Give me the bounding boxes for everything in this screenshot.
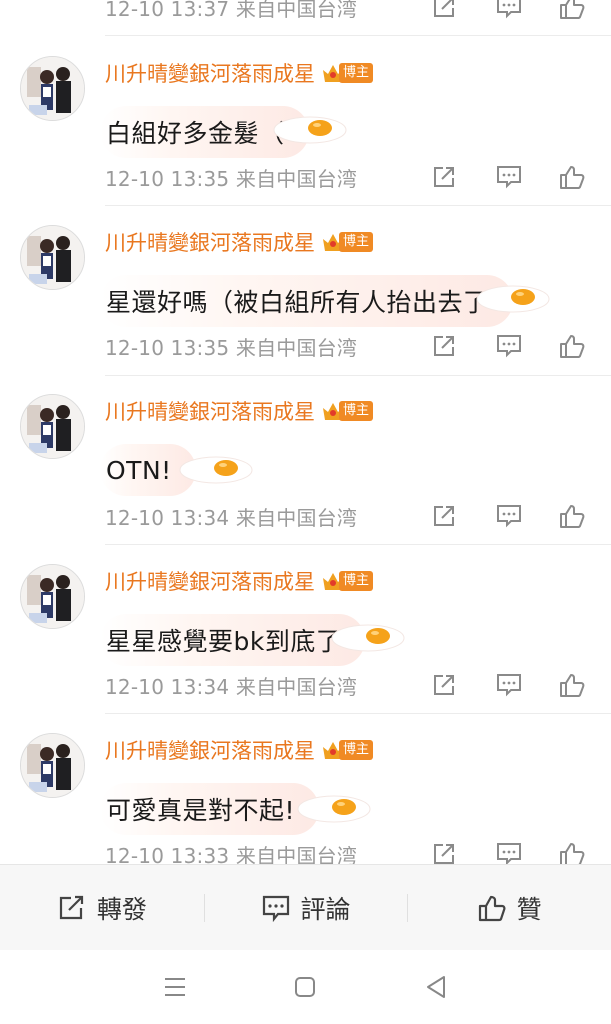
egg-decoration: [475, 283, 551, 313]
comment-text: 可愛真是對不起!: [106, 796, 296, 825]
like-label: 贊: [516, 894, 542, 924]
badge-label: 博主: [339, 401, 374, 421]
comment-meta: 12-10 13:34 来自中国台湾: [105, 674, 358, 699]
comment-item: 川升晴變銀河落雨成星 博主 星還好嗎（被白組所有人抬出去了 12-10 13:3…: [0, 205, 611, 375]
username[interactable]: 川升晴變銀河落雨成星: [105, 566, 315, 596]
blogger-badge: 博主: [321, 62, 374, 84]
bottom-action-bar: 轉發 評論 贊: [0, 864, 611, 950]
badge-label: 博主: [339, 740, 374, 760]
blogger-badge: 博主: [321, 739, 374, 761]
comment-meta-row: 12-10 13:33 来自中国台湾: [105, 839, 611, 864]
avatar[interactable]: [20, 733, 85, 798]
egg-decoration: [296, 793, 372, 823]
like-icon[interactable]: [558, 841, 586, 864]
comment-item: 川升晴變銀河落雨成星 博主 白組好多金髮（ 12-10 13:35 来自中国台湾: [0, 36, 611, 206]
menu-icon[interactable]: [160, 972, 190, 1002]
username[interactable]: 川升晴變銀河落雨成星: [105, 396, 315, 426]
blogger-badge: 博主: [321, 400, 374, 422]
username-row: 川升晴變銀河落雨成星 博主: [105, 566, 374, 596]
share-icon[interactable]: [430, 333, 458, 359]
like-button[interactable]: 贊: [407, 865, 611, 950]
badge-label: 博主: [339, 571, 374, 591]
username[interactable]: 川升晴變銀河落雨成星: [105, 735, 315, 765]
like-icon: [478, 895, 506, 921]
comment-text: OTN!: [106, 455, 172, 485]
comment-meta-row: 12-10 13:35 来自中国台湾: [105, 331, 611, 361]
comment-meta-row: 12-10 13:35 来自中国台湾: [105, 162, 611, 192]
comment-meta-row: 12-10 13:37 来自中国台湾: [105, 0, 611, 22]
username-row: 川升晴變銀河落雨成星 博主: [105, 227, 374, 257]
comment-meta: 12-10 13:33 来自中国台湾: [105, 843, 358, 865]
like-icon[interactable]: [558, 0, 586, 20]
comment-text: 星星感覺要bk到底了: [106, 627, 342, 656]
share-icon[interactable]: [430, 841, 458, 864]
comment-bubble: 星還好嗎（被白組所有人抬出去了: [100, 275, 513, 327]
comment-icon: [262, 895, 289, 922]
comment-meta: 12-10 13:35 来自中国台湾: [105, 166, 358, 191]
avatar[interactable]: [20, 564, 85, 629]
comment-meta: 12-10 13:35 来自中国台湾: [105, 335, 358, 360]
comment-bubble: 可愛真是對不起!: [100, 783, 320, 835]
comment-meta: 12-10 13:34 来自中国台湾: [105, 505, 358, 530]
avatar[interactable]: [20, 56, 85, 121]
egg-decoration: [178, 454, 254, 484]
back-icon[interactable]: [421, 972, 451, 1002]
username-row: 川升晴變銀河落雨成星 博主: [105, 396, 374, 426]
comment-feed[interactable]: 12-10 13:37 来自中国台湾 川升晴變銀河落雨成星 博主 白組好多金髮（…: [0, 0, 611, 864]
comment-icon[interactable]: [495, 841, 611, 864]
comment-item: 川升晴變銀河落雨成星 博主 可愛真是對不起! 12-10 13:33 来自中国台…: [0, 713, 611, 864]
comment-label: 評論: [300, 894, 351, 924]
username-row: 川升晴變銀河落雨成星 博主: [105, 58, 374, 88]
share-icon[interactable]: [430, 672, 458, 698]
blogger-badge: 博主: [321, 570, 374, 592]
comment-meta: 12-10 13:37 来自中国台湾: [105, 0, 358, 21]
egg-decoration: [330, 622, 406, 652]
egg-decoration: [272, 114, 348, 144]
like-icon[interactable]: [558, 672, 586, 698]
comment-item: 川升晴變銀河落雨成星 博主 OTN! 12-10 13:34 来自中国台湾: [0, 374, 611, 544]
comment-bubble: 星星感覺要bk到底了: [100, 614, 366, 666]
home-icon[interactable]: [290, 972, 320, 1002]
comment-text: 白組好多金髮（: [106, 119, 285, 148]
like-icon[interactable]: [558, 164, 586, 190]
username-row: 川升晴變銀河落雨成星 博主: [105, 735, 374, 765]
comment-button[interactable]: 評論: [203, 865, 408, 950]
comment-item: 川升晴變銀河落雨成星 博主 星星感覺要bk到底了 12-10 13:34 来自中…: [0, 544, 611, 714]
share-icon: [59, 895, 83, 919]
repost-button[interactable]: 轉發: [0, 865, 204, 950]
badge-label: 博主: [339, 232, 374, 252]
comment-meta-row: 12-10 13:34 来自中国台湾: [105, 501, 611, 531]
username[interactable]: 川升晴變銀河落雨成星: [105, 227, 315, 257]
share-icon[interactable]: [430, 503, 458, 529]
avatar[interactable]: [20, 225, 85, 290]
blogger-badge: 博主: [321, 231, 374, 253]
like-icon[interactable]: [558, 333, 586, 359]
share-icon[interactable]: [430, 0, 458, 20]
username[interactable]: 川升晴變銀河落雨成星: [105, 58, 315, 88]
system-nav-bar: [0, 950, 611, 1024]
comment-meta-row: 12-10 13:34 来自中国台湾: [105, 670, 611, 700]
share-icon[interactable]: [430, 164, 458, 190]
avatar[interactable]: [20, 394, 85, 459]
repost-label: 轉發: [96, 894, 147, 924]
comment-text: 星還好嗎（被白組所有人抬出去了: [106, 288, 489, 317]
like-icon[interactable]: [558, 503, 586, 529]
badge-label: 博主: [339, 63, 374, 83]
